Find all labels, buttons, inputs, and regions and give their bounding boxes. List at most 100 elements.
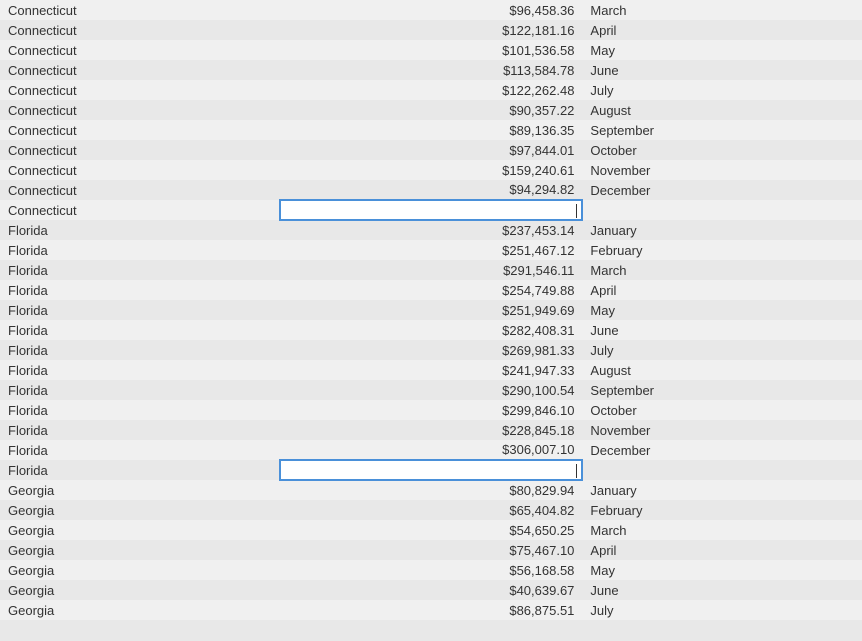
month-cell: June <box>582 320 862 340</box>
table-row: Connecticut$96,458.36March <box>0 0 862 20</box>
amount-cell: $56,168.58 <box>280 560 583 580</box>
amount-cell: $282,408.31 <box>280 320 583 340</box>
amount-cell: $122,262.48 <box>280 80 583 100</box>
month-cell: March <box>582 260 862 280</box>
state-cell: Georgia <box>0 540 280 560</box>
amount-cell: $90,357.22 <box>280 100 583 120</box>
state-cell: Connecticut <box>0 80 280 100</box>
cursor-indicator <box>576 204 577 218</box>
month-cell: April <box>582 280 862 300</box>
amount-cell: $251,467.12 <box>280 240 583 260</box>
month-cell: December <box>582 440 862 460</box>
month-cell: September <box>582 120 862 140</box>
month-cell: April <box>582 540 862 560</box>
table-row: Connecticut <box>0 200 862 220</box>
month-cell: June <box>582 60 862 80</box>
state-cell: Georgia <box>0 500 280 520</box>
amount-cell: $306,007.10 <box>280 440 583 460</box>
table-row: Georgia$80,829.94January <box>0 480 862 500</box>
state-cell: Florida <box>0 360 280 380</box>
month-cell: October <box>582 400 862 420</box>
amount-cell: $228,845.18 <box>280 420 583 440</box>
state-cell: Florida <box>0 220 280 240</box>
month-cell: May <box>582 40 862 60</box>
month-cell: March <box>582 0 862 20</box>
month-cell: November <box>582 420 862 440</box>
month-cell: January <box>582 480 862 500</box>
state-cell: Florida <box>0 420 280 440</box>
amount-cell: $254,749.88 <box>280 280 583 300</box>
month-cell: June <box>582 580 862 600</box>
amount-cell: $54,650.25 <box>280 520 583 540</box>
table-row: Florida$291,546.11March <box>0 260 862 280</box>
table-row: Connecticut$122,181.16April <box>0 20 862 40</box>
table-row: Florida$251,949.69May <box>0 300 862 320</box>
table-row: Georgia$75,467.10April <box>0 540 862 560</box>
table-wrapper: Connecticut$96,458.36MarchConnecticut$12… <box>0 0 862 641</box>
table-row: Connecticut$159,240.61November <box>0 160 862 180</box>
table-row: Georgia$65,404.82February <box>0 500 862 520</box>
table-row: Connecticut$89,136.35September <box>0 120 862 140</box>
state-cell: Connecticut <box>0 100 280 120</box>
amount-cell: $96,458.36 <box>280 0 583 20</box>
month-cell: July <box>582 600 862 620</box>
state-cell: Connecticut <box>0 200 280 220</box>
month-cell: May <box>582 560 862 580</box>
month-cell <box>582 200 862 220</box>
state-cell: Connecticut <box>0 120 280 140</box>
state-cell: Florida <box>0 460 280 480</box>
state-cell: Connecticut <box>0 140 280 160</box>
state-cell: Florida <box>0 300 280 320</box>
table-row: Florida$269,981.33July <box>0 340 862 360</box>
table-row: Florida$251,467.12February <box>0 240 862 260</box>
month-cell: January <box>582 220 862 240</box>
amount-cell: $86,875.51 <box>280 600 583 620</box>
amount-cell: $290,100.54 <box>280 380 583 400</box>
state-cell: Florida <box>0 320 280 340</box>
state-cell: Florida <box>0 340 280 360</box>
amount-cell: $291,546.11 <box>280 260 583 280</box>
amount-cell: $80,829.94 <box>280 480 583 500</box>
table-row: Connecticut$122,262.48July <box>0 80 862 100</box>
table-row: Florida <box>0 460 862 480</box>
state-cell: Connecticut <box>0 40 280 60</box>
state-cell: Florida <box>0 260 280 280</box>
table-row: Georgia$56,168.58May <box>0 560 862 580</box>
month-cell: July <box>582 80 862 100</box>
amount-cell: $241,947.33 <box>280 360 583 380</box>
amount-cell: $97,844.01 <box>280 140 583 160</box>
table-row: Florida$241,947.33August <box>0 360 862 380</box>
table-row: Florida$299,846.10October <box>0 400 862 420</box>
month-cell: July <box>582 340 862 360</box>
table-row: Florida$290,100.54September <box>0 380 862 400</box>
month-cell: March <box>582 520 862 540</box>
month-cell: August <box>582 360 862 380</box>
data-table: Connecticut$96,458.36MarchConnecticut$12… <box>0 0 862 620</box>
amount-cell: $113,584.78 <box>280 60 583 80</box>
amount-cell: $237,453.14 <box>280 220 583 240</box>
table-row: Florida$254,749.88April <box>0 280 862 300</box>
month-cell: May <box>582 300 862 320</box>
state-cell: Florida <box>0 380 280 400</box>
amount-cell: $269,981.33 <box>280 340 583 360</box>
state-cell: Connecticut <box>0 20 280 40</box>
state-cell: Georgia <box>0 600 280 620</box>
table-row: Florida$306,007.10December <box>0 440 862 460</box>
table-row: Florida$237,453.14January <box>0 220 862 240</box>
amount-cell: $101,536.58 <box>280 40 583 60</box>
table-row: Connecticut$90,357.22August <box>0 100 862 120</box>
table-row: Florida$228,845.18November <box>0 420 862 440</box>
state-cell: Georgia <box>0 560 280 580</box>
amount-cell: $122,181.16 <box>280 20 583 40</box>
amount-cell: $65,404.82 <box>280 500 583 520</box>
amount-cell-highlighted[interactable] <box>280 460 583 480</box>
table-row: Georgia$54,650.25March <box>0 520 862 540</box>
month-cell <box>582 460 862 480</box>
state-cell: Florida <box>0 440 280 460</box>
cursor-indicator <box>576 464 577 478</box>
month-cell: February <box>582 240 862 260</box>
amount-cell: $75,467.10 <box>280 540 583 560</box>
amount-cell-highlighted[interactable] <box>280 200 583 220</box>
table-row: Connecticut$101,536.58May <box>0 40 862 60</box>
state-cell: Connecticut <box>0 180 280 200</box>
